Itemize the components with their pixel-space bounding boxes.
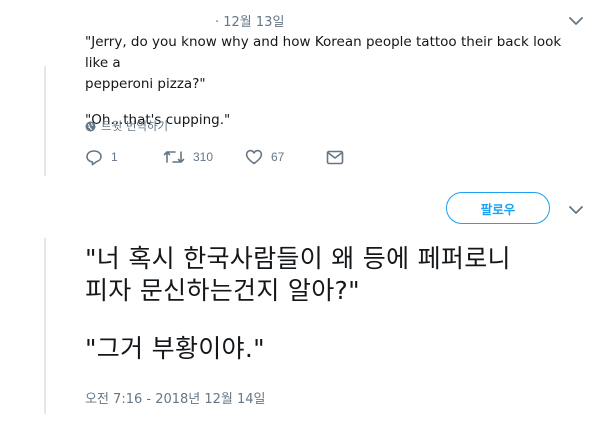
reply-button[interactable]: 1	[85, 146, 118, 168]
heart-icon	[245, 149, 263, 165]
like-count: 67	[271, 150, 285, 164]
tweet-text-line: "너 혹시 한국사람들이 왜 등에 페퍼로니	[85, 244, 511, 273]
envelope-icon	[326, 150, 344, 164]
reply-count: 1	[111, 150, 118, 164]
retweet-count: 310	[193, 150, 214, 164]
retweet-icon	[163, 151, 185, 163]
chevron-down-icon[interactable]	[569, 16, 585, 28]
tweet-text-line: pepperoni pizza?"	[85, 76, 206, 92]
tweet-text-line: "그거 부황이야."	[85, 334, 265, 363]
tweet-text-line: "Jerry, do you know why and how Korean p…	[85, 34, 562, 71]
tweet-text-line: 피자 문신하는건지 알아?"	[85, 276, 360, 305]
translate-tweet-link[interactable]: 트윗 번역하기	[85, 118, 168, 134]
direct-message-button[interactable]	[326, 146, 344, 168]
tweet-timestamp[interactable]: 오전 7:16 - 2018년 12월 14일	[85, 388, 266, 407]
globe-icon	[85, 121, 96, 132]
reply-icon	[86, 149, 102, 165]
translate-label[interactable]: 트윗 번역하기	[101, 118, 168, 134]
chevron-down-icon[interactable]	[569, 205, 585, 217]
like-button[interactable]: 67	[245, 146, 284, 168]
tweet-body-large: "너 혹시 한국사람들이 왜 등에 페퍼로니 피자 문신하는건지 알아?" "그…	[85, 243, 585, 365]
thread-line-bottom	[44, 238, 46, 414]
retweet-button[interactable]: 310	[163, 146, 213, 168]
tweet-date[interactable]: · 12월 13일	[215, 11, 284, 30]
follow-button[interactable]: 팔로우	[446, 192, 550, 224]
tweet-actions: 1 310 67	[85, 146, 365, 168]
tweet-body: "Jerry, do you know why and how Korean p…	[85, 32, 565, 131]
thread-line-top	[44, 66, 46, 176]
